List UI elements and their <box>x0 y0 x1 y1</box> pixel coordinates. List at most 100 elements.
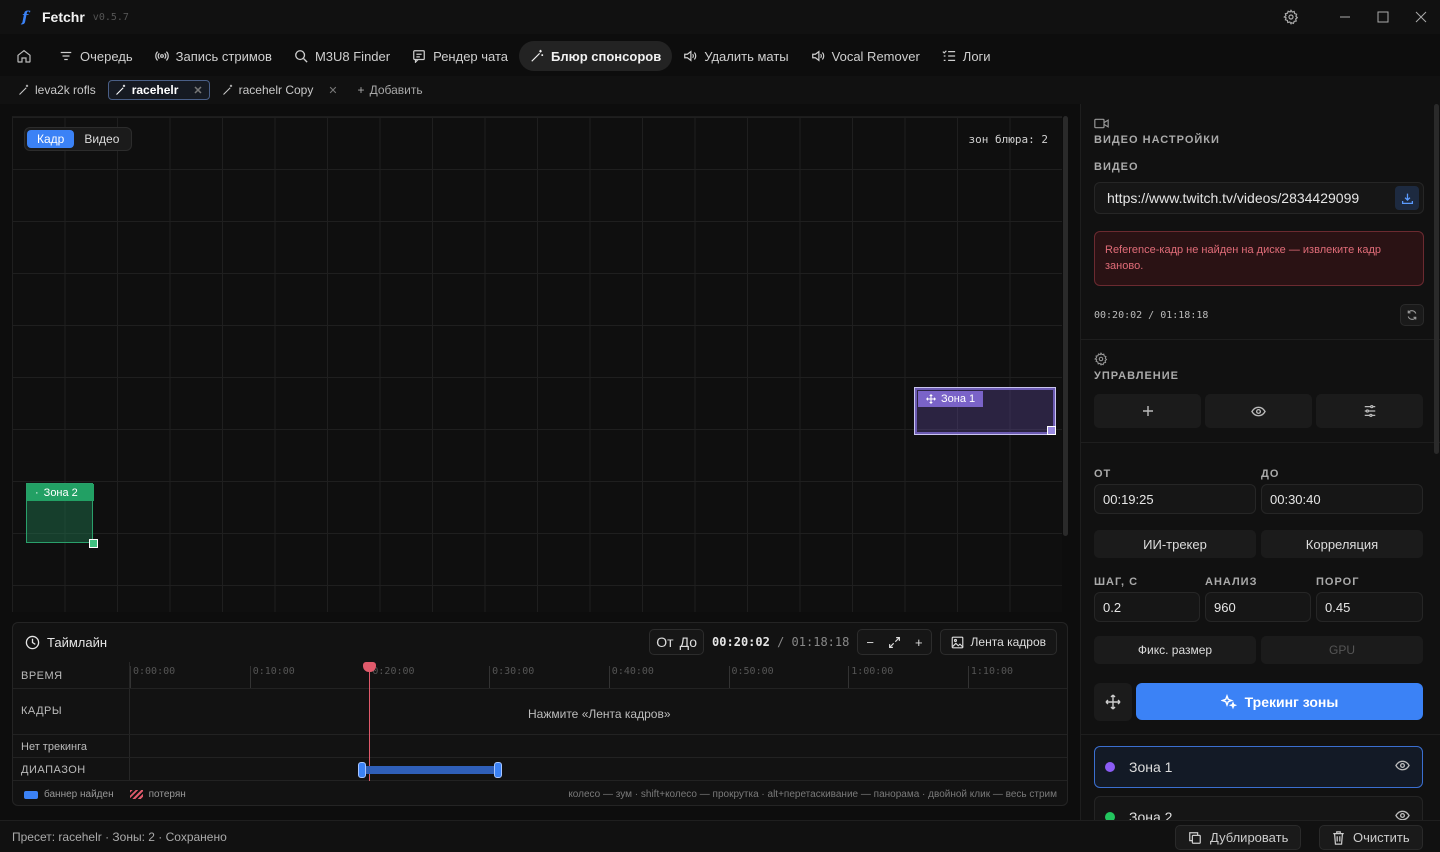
analysis-value: 960 <box>1214 599 1236 615</box>
zone-1-tag[interactable]: Зона 1 <box>918 391 984 407</box>
home-icon[interactable] <box>10 42 38 70</box>
zoom-out-icon[interactable]: − <box>866 635 874 650</box>
preset-tab-label: leva2k rofls <box>35 83 96 97</box>
to-value: 00:30:40 <box>1270 491 1321 507</box>
eye-icon[interactable] <box>1395 810 1410 820</box>
threshold-value: 0.45 <box>1325 599 1351 615</box>
nav-queue[interactable]: Очередь <box>48 41 144 71</box>
video-url-input[interactable]: https://www.twitch.tv/videos/2834429099 <box>1094 182 1424 214</box>
canvas-scrollbar[interactable] <box>1063 116 1068 536</box>
add-preset-button[interactable]: + Добавить <box>358 83 423 97</box>
nav-vocal-remover-label: Vocal Remover <box>831 48 920 64</box>
playhead[interactable] <box>369 663 370 781</box>
maximize-icon[interactable] <box>1364 0 1402 34</box>
main-nav: Очередь Запись стримов M3U8 Finder Ренде… <box>0 38 1440 74</box>
range-bar[interactable] <box>358 762 502 778</box>
nav-remove-profanity[interactable]: Удалить маты <box>672 41 799 71</box>
ai-tracker-button[interactable]: ИИ-трекер <box>1094 530 1256 558</box>
error-alert: Reference-кадр не найден на диске — извл… <box>1094 231 1424 286</box>
gpu-button[interactable]: GPU <box>1261 636 1423 664</box>
zone-1-name: Зона 1 <box>1129 759 1173 775</box>
add-zone-button[interactable] <box>1094 394 1201 428</box>
download-icon[interactable] <box>1395 186 1419 210</box>
plus-icon <box>1142 405 1154 417</box>
nav-vocal-remover[interactable]: Vocal Remover <box>800 41 931 71</box>
copy-icon <box>1188 831 1202 845</box>
zone-list-item-1[interactable]: Зона 1 <box>1094 746 1423 788</box>
resize-handle[interactable] <box>1047 426 1056 435</box>
frame-canvas[interactable]: Кадр Видео зон блюра: 2 Зона 1 · Зона 2 <box>12 116 1062 612</box>
zone-list-item-2[interactable]: Зона 2 <box>1094 796 1423 820</box>
threshold-input[interactable]: 0.45 <box>1316 592 1423 622</box>
move-zone-button[interactable] <box>1094 683 1132 721</box>
film-strip-button[interactable]: Лента кадров <box>939 629 1057 655</box>
preview-button[interactable] <box>1205 394 1312 428</box>
status-text: Пресет: racehelr · Зоны: 2 · Сохранено <box>12 830 227 844</box>
legend-lost-swatch <box>129 790 143 799</box>
panel-scrollbar[interactable] <box>1434 104 1439 454</box>
nav-logs[interactable]: Логи <box>931 41 1002 71</box>
correlation-button[interactable]: Корреляция <box>1261 530 1423 558</box>
duplicate-label: Дублировать <box>1210 830 1289 845</box>
minimize-icon[interactable] <box>1326 0 1364 34</box>
track-zone-button[interactable]: Трекинг зоны <box>1136 683 1423 720</box>
refresh-icon[interactable] <box>1400 304 1424 326</box>
mode-video-button[interactable]: Видео <box>74 130 129 148</box>
eye-icon[interactable] <box>1395 760 1410 771</box>
range-end-handle[interactable] <box>494 762 502 778</box>
zone-2-name: Зона 2 <box>1129 809 1173 820</box>
sparkle-icon <box>1220 693 1237 710</box>
list-check-icon <box>942 49 956 63</box>
set-from-button[interactable]: От <box>656 634 673 650</box>
time-separator: / <box>777 635 785 649</box>
resize-handle[interactable] <box>89 539 98 548</box>
fixed-size-button[interactable]: Фикс. размер <box>1094 636 1256 664</box>
zone-color-dot <box>1105 812 1115 820</box>
nav-sponsor-blur-label: Блюр спонсоров <box>551 48 662 64</box>
adjust-button[interactable] <box>1316 394 1423 428</box>
zoom-in-icon[interactable]: + <box>915 635 923 650</box>
close-preset-icon[interactable]: ✕ <box>193 84 202 97</box>
preset-tab-leva2k[interactable]: leva2k rofls <box>12 80 102 100</box>
move-icon <box>1105 694 1121 710</box>
eye-icon <box>1251 406 1266 417</box>
from-label: ОТ <box>1094 468 1112 480</box>
settings-panel: ВИДЕО НАСТРОЙКИ ВИДЕО https://www.twitch… <box>1080 104 1440 820</box>
duplicate-button[interactable]: Дублировать <box>1175 825 1302 850</box>
total-time: 01:18:18 <box>791 635 850 649</box>
close-preset-icon[interactable]: ✕ <box>328 84 337 97</box>
zone-2-tag[interactable]: · Зона 2 <box>27 484 94 501</box>
nav-stream-recording-label: Запись стримов <box>175 48 272 64</box>
nav-chat-render[interactable]: Рендер чата <box>401 41 519 71</box>
time-tick: 0:20:00 <box>369 666 415 688</box>
range-start-handle[interactable] <box>358 762 366 778</box>
blur-zone-1[interactable]: Зона 1 <box>914 387 1056 435</box>
settings-gear-icon[interactable] <box>1272 0 1310 34</box>
step-input[interactable]: 0.2 <box>1094 592 1200 622</box>
nav-m3u8-finder[interactable]: M3U8 Finder <box>283 41 401 71</box>
clear-button[interactable]: Очистить <box>1319 825 1423 850</box>
control-title: УПРАВЛЕНИЕ <box>1094 370 1179 382</box>
preset-tab-racehelr[interactable]: racehelr ✕ <box>107 80 210 100</box>
preset-tab-racehelr-copy[interactable]: racehelr Copy ✕ <box>216 80 344 100</box>
nav-queue-label: Очередь <box>80 48 133 64</box>
blur-zone-2[interactable]: · Зона 2 <box>26 483 98 548</box>
mode-frame-button[interactable]: Кадр <box>27 130 75 148</box>
to-input[interactable]: 00:30:40 <box>1261 484 1423 514</box>
app-version: v0.5.7 <box>92 11 129 23</box>
magic-wand-icon <box>222 84 234 96</box>
fit-icon[interactable] <box>888 636 901 649</box>
from-input[interactable]: 00:19:25 <box>1094 484 1256 514</box>
close-icon[interactable] <box>1402 0 1440 34</box>
time-tick: 1:10:00 <box>967 666 1013 688</box>
video-settings-title: ВИДЕО НАСТРОЙКИ <box>1094 134 1220 146</box>
video-camera-icon <box>1094 117 1109 130</box>
frames-hint: Нажмите «Лента кадров» <box>528 707 671 721</box>
nav-sponsor-blur[interactable]: Блюр спонсоров <box>519 41 673 71</box>
set-to-button[interactable]: До <box>680 634 697 650</box>
row-label-no-tracking: Нет трекинга <box>21 741 87 753</box>
analysis-input[interactable]: 960 <box>1205 592 1311 622</box>
timeline-hints: колесо — зум · shift+колесо — прокрутка … <box>568 789 1057 800</box>
dot-icon: · <box>35 486 39 499</box>
nav-stream-recording[interactable]: Запись стримов <box>144 41 283 71</box>
